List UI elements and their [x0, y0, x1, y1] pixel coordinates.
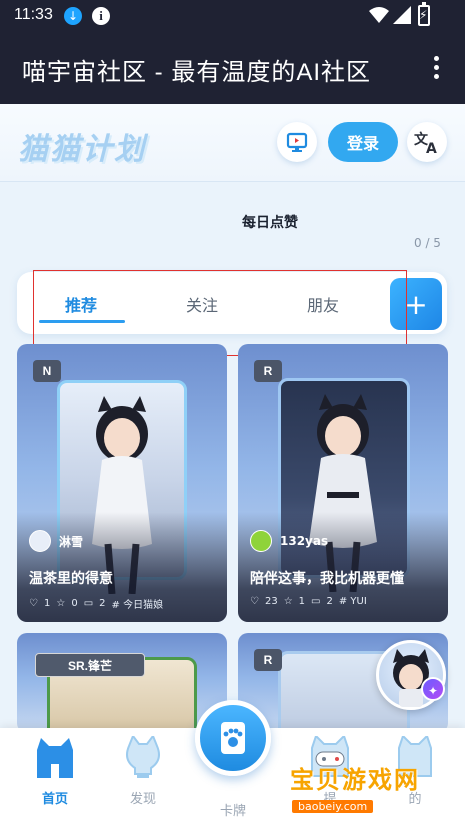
- rarity-badge: R: [254, 649, 282, 671]
- status-bar: 11:33 ↓ i ⚡: [0, 0, 465, 32]
- nav-discover-label: 发现: [129, 792, 156, 807]
- status-time: 11:33: [14, 6, 53, 23]
- card-meta: ♡ 23 ☆ 1 ▭ 2 # YUI: [250, 596, 367, 607]
- nav-home[interactable]: 首页: [15, 736, 95, 807]
- author-name: 淋雪: [59, 534, 84, 549]
- card-item[interactable]: SR.锋芒: [17, 633, 227, 733]
- tab-active-indicator: [39, 320, 125, 323]
- assistant-avatar-button[interactable]: ✦: [376, 640, 446, 710]
- rarity-badge: R: [254, 360, 282, 382]
- card-tag[interactable]: # 今日猫娘: [112, 596, 164, 611]
- tab-recommend[interactable]: 推荐: [65, 292, 97, 316]
- signal-icon: [393, 6, 411, 24]
- translate-icon: 文 A: [414, 131, 437, 155]
- avatar: [29, 530, 51, 552]
- star-icon[interactable]: ☆: [56, 598, 65, 609]
- battery-icon: ⚡: [418, 2, 430, 26]
- more-menu-icon[interactable]: [428, 54, 444, 82]
- card-item[interactable]: R 132yas 陪伴这事，我比机器更懂 ♡ 23 ☆ 1 ▭ 2 # YUI: [238, 344, 448, 622]
- watermark-sub: baobeiy.com: [292, 800, 374, 813]
- heart-icon[interactable]: ♡: [29, 598, 38, 609]
- nav-home-label: 首页: [41, 792, 68, 807]
- tab-friends[interactable]: 朋友: [307, 292, 339, 316]
- monitor-icon: [286, 132, 308, 152]
- app-title: 喵宇宙社区 - 最有温度的AI社区: [22, 59, 372, 86]
- wifi-icon: [369, 7, 389, 23]
- comment-icon[interactable]: ▭: [311, 596, 320, 607]
- comment-icon[interactable]: ▭: [84, 598, 93, 609]
- card-author[interactable]: 淋雪: [29, 530, 83, 552]
- card-meta: ♡ 1 ☆ 0 ▭ 2 # 今日猫娘: [29, 596, 163, 611]
- rarity-badge: N: [33, 360, 61, 382]
- author-name: 132yas: [280, 534, 329, 548]
- feed-tabs: 推荐 关注 朋友: [17, 272, 447, 334]
- avatar: [250, 530, 272, 552]
- login-button[interactable]: 登录: [328, 122, 398, 162]
- card-item[interactable]: N 淋雪 温茶里的得意 ♡ 1 ☆ 0 ▭ 2 # 今日猫娘: [17, 344, 227, 622]
- card-tag[interactable]: # YUI: [339, 596, 367, 607]
- home-cat-icon: [37, 738, 73, 778]
- svg-text:A: A: [426, 141, 437, 155]
- nav-cards-button[interactable]: [195, 700, 271, 776]
- app-bar: 喵宇宙社区 - 最有温度的AI社区: [0, 32, 465, 104]
- info-icon: i: [92, 7, 110, 25]
- download-icon: ↓: [64, 7, 82, 25]
- bulb-cat-icon: [126, 733, 160, 778]
- comment-count: 2: [326, 596, 333, 607]
- nav-cards-label: 卡牌: [219, 804, 246, 819]
- heart-icon[interactable]: ♡: [250, 596, 259, 607]
- card-author[interactable]: 132yas: [250, 530, 328, 552]
- rarity-badge: SR.锋芒: [35, 653, 145, 677]
- translate-button[interactable]: 文 A: [407, 122, 447, 162]
- watermark: 宝贝游戏网 baobeiy.com: [290, 760, 440, 813]
- star-icon[interactable]: ☆: [284, 596, 293, 607]
- nav-discover[interactable]: 发现: [103, 733, 183, 807]
- site-header: 猫猫计划 登录 文 A: [0, 104, 465, 182]
- star-count: 1: [298, 596, 306, 607]
- paw-card-icon: [221, 722, 245, 754]
- watermark-main: 宝贝游戏网: [290, 766, 420, 794]
- sparkle-icon: ✦: [421, 677, 445, 701]
- logo: 猫猫计划: [18, 132, 146, 167]
- card-title: 温茶里的得意: [29, 571, 113, 587]
- add-button[interactable]: +: [390, 278, 442, 330]
- comment-count: 2: [99, 598, 106, 609]
- like-count: 1: [43, 598, 51, 609]
- card-title: 陪伴这事，我比机器更懂: [250, 571, 404, 587]
- desktop-button[interactable]: [277, 122, 317, 162]
- tab-follow[interactable]: 关注: [186, 292, 218, 316]
- like-count: 23: [264, 596, 278, 607]
- star-count: 0: [71, 598, 78, 609]
- daily-like-title: 每日点赞: [242, 215, 298, 231]
- daily-like-count: 0 / 5: [414, 236, 441, 250]
